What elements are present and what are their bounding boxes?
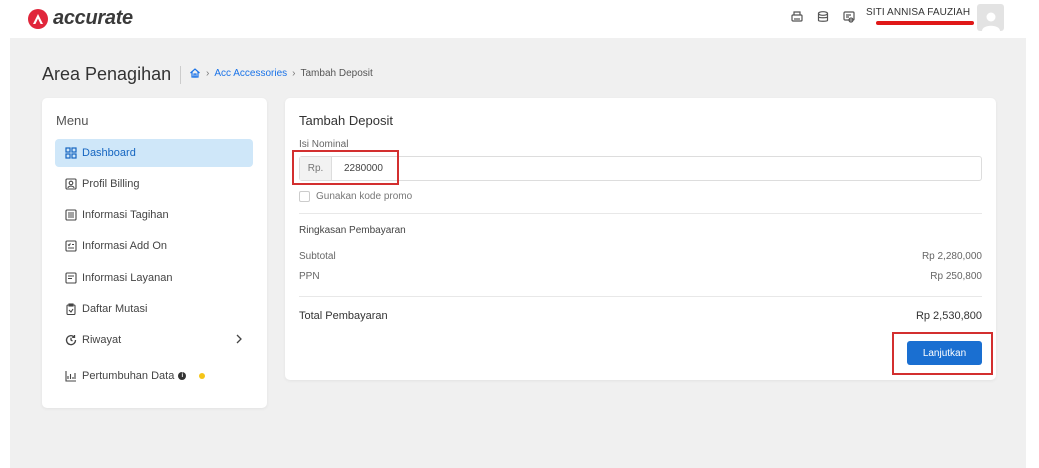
subtotal-label: Subtotal [299,251,336,262]
tambah-deposit-card: Tambah Deposit Isi Nominal Rp. Gunakan k… [285,98,996,380]
service-doc-icon [64,272,77,285]
sidebar-item-label: Riwayat [82,334,122,346]
clipboard-icon [64,303,77,316]
info-icon[interactable]: i [178,372,187,380]
top-bar: accurate SITI ANNISA FAUZIAH [0,0,1039,38]
header-icons [789,9,857,25]
sidebar-item-label: Profil Billing [82,178,140,190]
summary-title: Ringkasan Pembayaran [299,225,406,236]
printer-icon[interactable] [789,9,805,25]
database-icon[interactable] [815,9,831,25]
promo-label: Gunakan kode promo [316,191,413,202]
sidebar-item-label: Informasi Add On [82,240,167,252]
growth-chart-icon [64,370,77,383]
sidebar-item-informasi-tagihan[interactable]: Informasi Tagihan [55,201,253,229]
redacted-line [876,21,974,25]
brand-logo-mark [28,8,48,29]
total-label: Total Pembayaran [299,310,388,322]
history-icon [64,334,77,347]
sidebar-item-daftar-mutasi[interactable]: Daftar Mutasi [55,295,253,323]
breadcrumb-separator: › [292,67,296,79]
sidebar-title: Menu [56,113,89,128]
user-avatar-icon[interactable] [977,4,1004,31]
sidebar-item-dashboard[interactable]: Dashboard [55,139,253,167]
nominal-input[interactable] [332,157,981,180]
sidebar-item-label: Dashboard [82,147,136,159]
invoice-list-icon [64,209,77,222]
promo-checkbox-row[interactable]: Gunakan kode promo [299,191,412,202]
status-dot [199,373,206,379]
promo-checkbox[interactable] [299,191,310,202]
sidebar-menu: Menu Dashboard Profil Billing Informasi … [42,98,267,408]
brand-logo[interactable]: accurate [28,7,133,30]
certificate-icon[interactable] [841,9,857,25]
nominal-input-group: Rp. [299,156,982,181]
total-value: Rp 2,530,800 [915,310,982,322]
sidebar-item-label: Daftar Mutasi [82,303,148,315]
sidebar-item-informasi-layanan[interactable]: Informasi Layanan [55,264,253,292]
breadcrumb-separator: › [206,67,210,79]
brand-name: accurate [53,7,133,29]
breadcrumb-current: Tambah Deposit [300,67,373,79]
sidebar-item-label: Informasi Layanan [82,272,173,284]
dashboard-grid-icon [64,147,77,160]
chevron-right-icon[interactable] [235,334,243,347]
sidebar-item-label: Pertumbuhan Data [82,370,175,382]
sidebar-item-pertumbuhan-data[interactable]: Pertumbuhan Data i [55,362,253,390]
breadcrumb: › Acc Accessories › Tambah Deposit [189,67,373,79]
highlight-box-button [892,332,993,375]
ppn-label: PPN [299,271,320,282]
page-title: Area Penagihan [42,64,172,84]
nominal-label: Isi Nominal [299,139,349,150]
highlight-box-nominal [292,150,399,185]
user-name[interactable]: SITI ANNISA FAUZIAH [866,7,970,18]
profile-card-icon [64,178,77,191]
card-title: Tambah Deposit [299,113,393,128]
sidebar-item-informasi-add-on[interactable]: Informasi Add On [55,232,253,260]
title-divider [180,66,181,84]
addon-checklist-icon [64,240,77,253]
sidebar-item-label: Informasi Tagihan [82,209,169,221]
subtotal-value: Rp 2,280,000 [921,251,982,262]
sidebar-item-profil-billing[interactable]: Profil Billing [55,170,253,198]
home-icon[interactable] [189,67,201,79]
divider [299,296,982,297]
breadcrumb-link-account[interactable]: Acc Accessories [214,68,287,79]
divider [299,213,982,214]
ppn-value: Rp 250,800 [930,271,982,282]
sidebar-item-riwayat[interactable]: Riwayat [55,326,253,354]
